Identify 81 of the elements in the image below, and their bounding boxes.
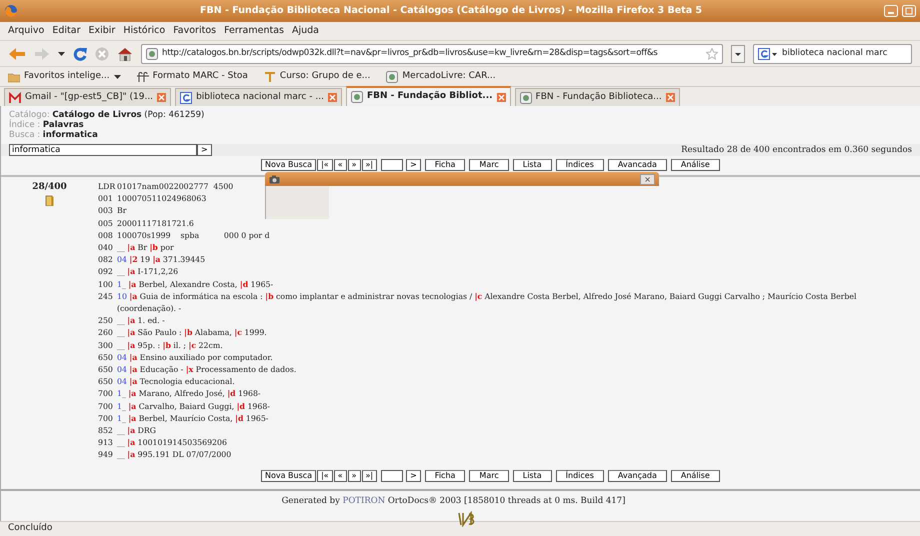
nav-button[interactable]: > bbox=[406, 470, 421, 482]
site-icon bbox=[180, 92, 192, 104]
nav-button[interactable]: Marc bbox=[469, 470, 509, 482]
bookmark[interactable]: Formato MARC - Stoa bbox=[136, 70, 248, 84]
bookmark[interactable]: Curso: Grupo de e... bbox=[264, 70, 370, 84]
nav-button[interactable]: |« bbox=[317, 159, 333, 171]
search-engine-icon[interactable] bbox=[758, 48, 778, 60]
nav-button[interactable]: Lista bbox=[512, 470, 552, 482]
nav-button[interactable]: Nova Busca bbox=[261, 159, 316, 171]
nav-button[interactable]: » bbox=[348, 470, 360, 482]
page-number-field[interactable] bbox=[381, 470, 404, 482]
nav-button[interactable]: » bbox=[348, 159, 360, 171]
browser-tab[interactable]: FBN - Fundação Bibliot... bbox=[346, 86, 511, 106]
nav-button[interactable]: Ficha bbox=[424, 159, 466, 171]
nav-button[interactable]: Índices bbox=[556, 159, 604, 171]
nav-button[interactable]: « bbox=[334, 159, 347, 171]
popup-panel bbox=[265, 186, 329, 219]
close-icon[interactable] bbox=[157, 93, 166, 102]
result-summary: Resultado 28 de 400 encontrados em 0.360 segundos bbox=[681, 144, 912, 156]
dropdown-icon[interactable] bbox=[731, 44, 745, 62]
page-icon bbox=[386, 70, 398, 82]
nav-button[interactable]: > bbox=[406, 159, 421, 171]
window-title: FBN - Fundação Biblioteca Nacional - Catálogos (Catálogo de Livros) - Mozilla Firefox 3 Beta 5 bbox=[198, 4, 704, 18]
star-icon[interactable] bbox=[706, 48, 718, 60]
catalog-info-line: Busca : informatica bbox=[9, 130, 99, 140]
menu-item[interactable]: Ferramentas bbox=[224, 24, 284, 38]
footer-text: Generated by POTIRON OrtoDocs® 2003 [1858010 threads at 0 ms. Build 417] bbox=[280, 494, 626, 508]
search-input[interactable]: informatica bbox=[9, 144, 197, 156]
back-icon[interactable] bbox=[8, 46, 26, 60]
nav-button[interactable]: Ficha bbox=[424, 470, 466, 482]
nav-button[interactable]: Análise bbox=[670, 159, 720, 171]
potiron-link[interactable]: POTIRON bbox=[342, 496, 386, 506]
nav-button[interactable]: Índices bbox=[556, 470, 604, 482]
nav-button[interactable]: »| bbox=[362, 159, 378, 171]
nav-button[interactable]: Lista bbox=[512, 159, 552, 171]
dropdown-icon bbox=[114, 74, 121, 78]
bookmark[interactable]: Favoritos intelige... bbox=[8, 70, 121, 84]
record-position: 28/400 bbox=[32, 181, 67, 194]
page-number-field[interactable] bbox=[381, 159, 404, 171]
minimize-icon[interactable] bbox=[884, 5, 898, 17]
nav-button[interactable]: Nova Busca bbox=[261, 470, 316, 482]
nav-button[interactable]: Avançada bbox=[608, 470, 667, 482]
nav-button[interactable]: »| bbox=[362, 470, 378, 482]
nav-button[interactable]: |« bbox=[317, 470, 333, 482]
nav-button[interactable]: « bbox=[334, 470, 347, 482]
catalog-info-line: Catálogo: Catálogo de Livros (Pop: 461259) bbox=[9, 110, 206, 120]
page-icon bbox=[146, 48, 158, 60]
firefox-icon bbox=[4, 4, 18, 18]
close-icon[interactable] bbox=[328, 93, 337, 102]
menu-item[interactable]: Ajuda bbox=[292, 24, 319, 38]
home-icon[interactable] bbox=[117, 46, 133, 60]
stop-icon[interactable] bbox=[95, 46, 109, 60]
camera-icon bbox=[269, 174, 280, 184]
close-button[interactable]: × bbox=[640, 174, 655, 184]
menu-item[interactable]: Exibir bbox=[88, 24, 116, 38]
close-icon[interactable] bbox=[666, 93, 675, 102]
catalog-info-line: Índice : Palavras bbox=[9, 120, 85, 130]
nav-button[interactable]: Análise bbox=[670, 470, 720, 482]
menu-item[interactable]: Histórico bbox=[123, 24, 166, 38]
go-button[interactable]: > bbox=[197, 144, 212, 156]
page-icon bbox=[350, 91, 363, 103]
reload-icon[interactable] bbox=[73, 46, 87, 60]
menu-item[interactable]: Editar bbox=[52, 24, 80, 38]
menu-item[interactable]: Arquivo bbox=[8, 24, 44, 38]
close-icon[interactable] bbox=[496, 92, 506, 102]
menu-item[interactable]: Favoritos bbox=[173, 24, 216, 38]
nav-button[interactable]: Avancada bbox=[608, 159, 667, 171]
browser-tab[interactable]: biblioteca nacional marc - ... bbox=[175, 88, 342, 106]
browser-tab[interactable]: FBN - Fundação Biblioteca... bbox=[514, 88, 680, 106]
bookmark[interactable]: MercadoLivre: CAR... bbox=[386, 70, 496, 84]
site-icon bbox=[9, 92, 21, 104]
browser-tab[interactable]: Gmail - "[gp-est5_CB]" (19... bbox=[4, 88, 172, 106]
page-icon bbox=[520, 92, 532, 104]
nav-button[interactable]: Marc bbox=[469, 159, 509, 171]
dropdown-icon[interactable] bbox=[58, 52, 65, 56]
status-bar-text: Concluído bbox=[0, 521, 920, 535]
folder-icon bbox=[8, 70, 20, 82]
book-icon bbox=[45, 194, 54, 206]
url-field[interactable]: http://catalogos.bn.br/scripts/odwp032k.dll?t=nav&pr=livros_pr&db=livros&use=kw_livre&rn=28&disp=tags&sort=off&s bbox=[141, 44, 723, 64]
search-field[interactable]: biblioteca nacional marc bbox=[753, 44, 912, 64]
maximize-icon[interactable] bbox=[902, 5, 916, 17]
